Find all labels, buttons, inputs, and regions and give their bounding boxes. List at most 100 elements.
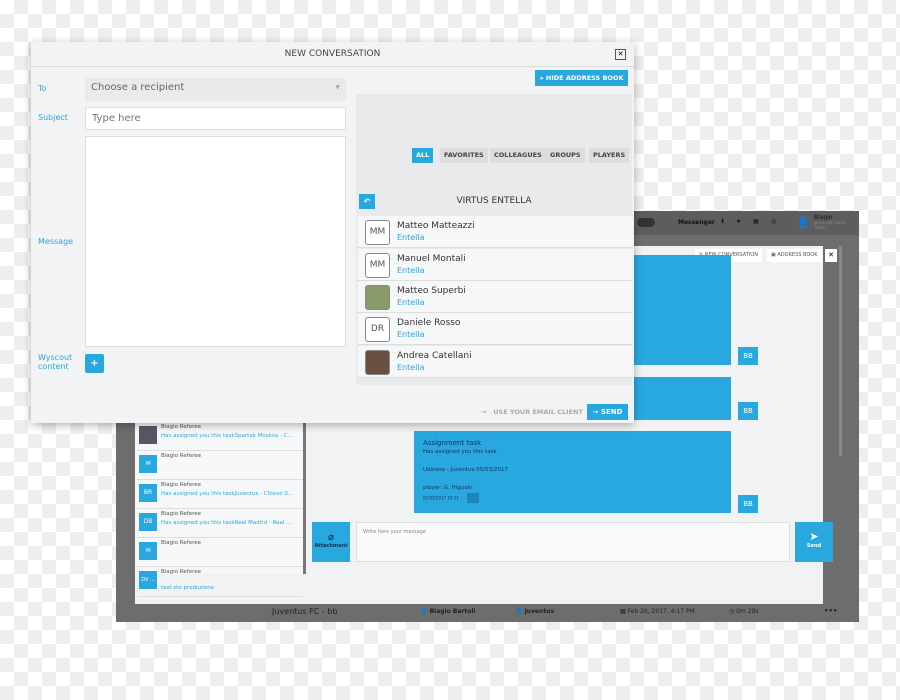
paper-plane-icon: ➤ — [809, 530, 819, 543]
chevron-down-icon: ▼ — [335, 84, 340, 91]
filter-favorites[interactable]: FAVORITES — [440, 148, 488, 163]
contact-team: Entella — [397, 363, 425, 372]
message-textarea[interactable] — [85, 136, 346, 347]
envelope-icon: ✉ — [139, 542, 157, 560]
hide-address-book-label: HIDE ADDRESS BOOK — [545, 74, 624, 82]
list-item[interactable]: Biagio Referee Has assigned you this task… — [137, 422, 303, 451]
message-input[interactable]: Write here your message — [356, 522, 790, 562]
subject-input[interactable] — [85, 107, 346, 130]
avatar: DR — [365, 317, 390, 342]
more-icon[interactable]: ••• — [824, 607, 837, 615]
recipient-select[interactable]: Choose a recipient ▼ — [85, 78, 346, 101]
wyscout-content-label: Wyscout content — [38, 353, 73, 371]
recipient-value: Choose a recipient — [91, 82, 185, 93]
team-name: Juventus FC - bb — [272, 607, 338, 616]
user-name: Biagio — [814, 214, 833, 221]
contact-row[interactable]: DR Daniele Rosso Entella — [358, 313, 632, 345]
contact-row[interactable]: MM Manuel Montali Entella — [358, 249, 632, 281]
contact-row[interactable]: Matteo Superbi Entella — [358, 281, 632, 313]
preview: test sto produzione — [161, 585, 215, 591]
contact-name: Andrea Catellani — [397, 351, 472, 361]
send-button[interactable]: ➞ SEND — [587, 404, 628, 420]
email-client-label: USE YOUR EMAIL CLIENT — [493, 408, 583, 416]
list-item[interactable]: DV ... Biagio Referee test sto produzione — [137, 567, 303, 597]
hide-address-book-button[interactable]: » HIDE ADDRESS BOOK — [535, 70, 628, 86]
address-book-label: ADDRESS BOOK — [777, 252, 818, 258]
sender: Biagio Referee — [161, 482, 201, 488]
sender: Biagio Referee — [161, 453, 201, 459]
avatar: DV ... — [139, 571, 157, 589]
status-club: 👤 Juventus — [515, 608, 555, 615]
attachment-label: Attachment — [314, 543, 348, 549]
send-message-button[interactable]: ➤ Send — [795, 522, 833, 562]
message-placeholder: Write here your message — [363, 529, 426, 535]
scrollbar[interactable] — [839, 246, 842, 456]
contact-team: Entella — [397, 330, 425, 339]
preview: Has assigned you this taskReal Madrid - … — [161, 520, 292, 526]
status-club-name: Juventus — [524, 608, 555, 615]
messenger-link[interactable]: Messenger — [678, 219, 715, 226]
user-icon[interactable]: 👤 — [796, 216, 810, 229]
sender: Biagio Referee — [161, 540, 201, 546]
message-line: player: G. Higuaín — [423, 485, 473, 491]
user-team: wyscout-sales Team — [814, 221, 846, 231]
sender: Biagio Referee — [161, 569, 201, 575]
avatar — [365, 285, 390, 310]
close-icon[interactable]: ✕ — [825, 249, 837, 262]
avatar — [365, 350, 390, 375]
filter-groups[interactable]: GROUPS — [546, 148, 585, 163]
sender: Biagio Referee — [161, 424, 201, 430]
dialog-title: NEW CONVERSATION — [31, 42, 634, 67]
contact-row[interactable]: Andrea Catellani Entella — [358, 346, 632, 378]
add-content-button[interactable]: + — [85, 354, 104, 373]
address-book-panel: ALL FAVORITES COLLEAGUES GROUPS PLAYERS … — [356, 94, 632, 385]
list-item[interactable]: DB Biagio Referee Has assigned you this ta… — [137, 509, 303, 538]
timer-value: 0m 29s — [736, 608, 759, 615]
avatar — [139, 426, 157, 444]
status-timer: ◷ 0m 29s — [729, 608, 759, 615]
address-book-button[interactable]: ▣ ADDRESS BOOK — [767, 249, 822, 262]
star-icon[interactable]: ★ — [736, 218, 741, 225]
list-item[interactable]: BR Biagio Referee Has assigned you this ta… — [137, 480, 303, 509]
envelope-icon: ✉ — [139, 455, 157, 473]
contact-team: Entella — [397, 233, 425, 242]
sender-badge: BB — [738, 347, 758, 365]
trash-icon[interactable] — [466, 493, 479, 503]
sender: Biagio Referee — [161, 511, 201, 517]
contact-name: Manuel Montali — [397, 254, 466, 264]
status-user-name: Biagio Bartoli — [429, 608, 476, 615]
status-bar: Juventus FC - bb 👤 Biagio Bartoli 👤 Juve… — [116, 604, 859, 622]
list-item[interactable]: ✉ Biagio Referee — [137, 538, 303, 567]
preview: Has assigned you this taskJuventus - Chi… — [161, 491, 294, 497]
to-label: To — [38, 84, 47, 93]
message-date: 02/03/2017 10:31 — [423, 495, 459, 501]
preview: Has assigned you this taskSpartak Moskva… — [161, 433, 293, 439]
filter-colleagues[interactable]: COLLEAGUES — [490, 148, 546, 163]
attachment-button[interactable]: ⌀ Attachment — [312, 522, 350, 562]
send-label: SEND — [600, 408, 623, 416]
email-client-link[interactable]: → USE YOUR EMAIL CLIENT — [481, 408, 583, 416]
filter-players[interactable]: PLAYERS — [589, 148, 630, 163]
message-line: Has assigned you this task — [423, 449, 497, 455]
close-icon[interactable]: ✕ — [615, 49, 626, 60]
paperclip-icon: ⌀ — [327, 532, 335, 543]
filter-all[interactable]: ALL — [412, 148, 434, 163]
avatar: BR — [139, 484, 157, 502]
contact-row[interactable]: MM Matteo Matteazzi Entella — [358, 216, 632, 248]
toggle-switch[interactable] — [637, 218, 655, 227]
headset-icon[interactable]: ◎ — [771, 218, 776, 225]
message-label: Message — [38, 237, 74, 246]
contact-name: Matteo Matteazzi — [397, 221, 475, 231]
sender-badge: BB — [738, 402, 758, 420]
status-date: ▦ Feb 20, 2017, 4:17 PM — [620, 608, 695, 615]
new-conversation-dialog: NEW CONVERSATION ✕ To Choose a recipient… — [31, 42, 634, 423]
calendar-icon[interactable]: ▦ — [753, 218, 759, 225]
status-user: 👤 Biagio Bartoli — [420, 608, 476, 615]
contact-team: Entella — [397, 266, 425, 275]
list-item[interactable]: ✉ Biagio Referee — [137, 451, 303, 480]
avatar: DB — [139, 513, 157, 531]
message-title: Assignment task — [423, 439, 482, 447]
subject-label: Subject — [38, 113, 68, 122]
download-icon[interactable]: ⬇ — [720, 218, 725, 225]
avatar: MM — [365, 253, 390, 278]
